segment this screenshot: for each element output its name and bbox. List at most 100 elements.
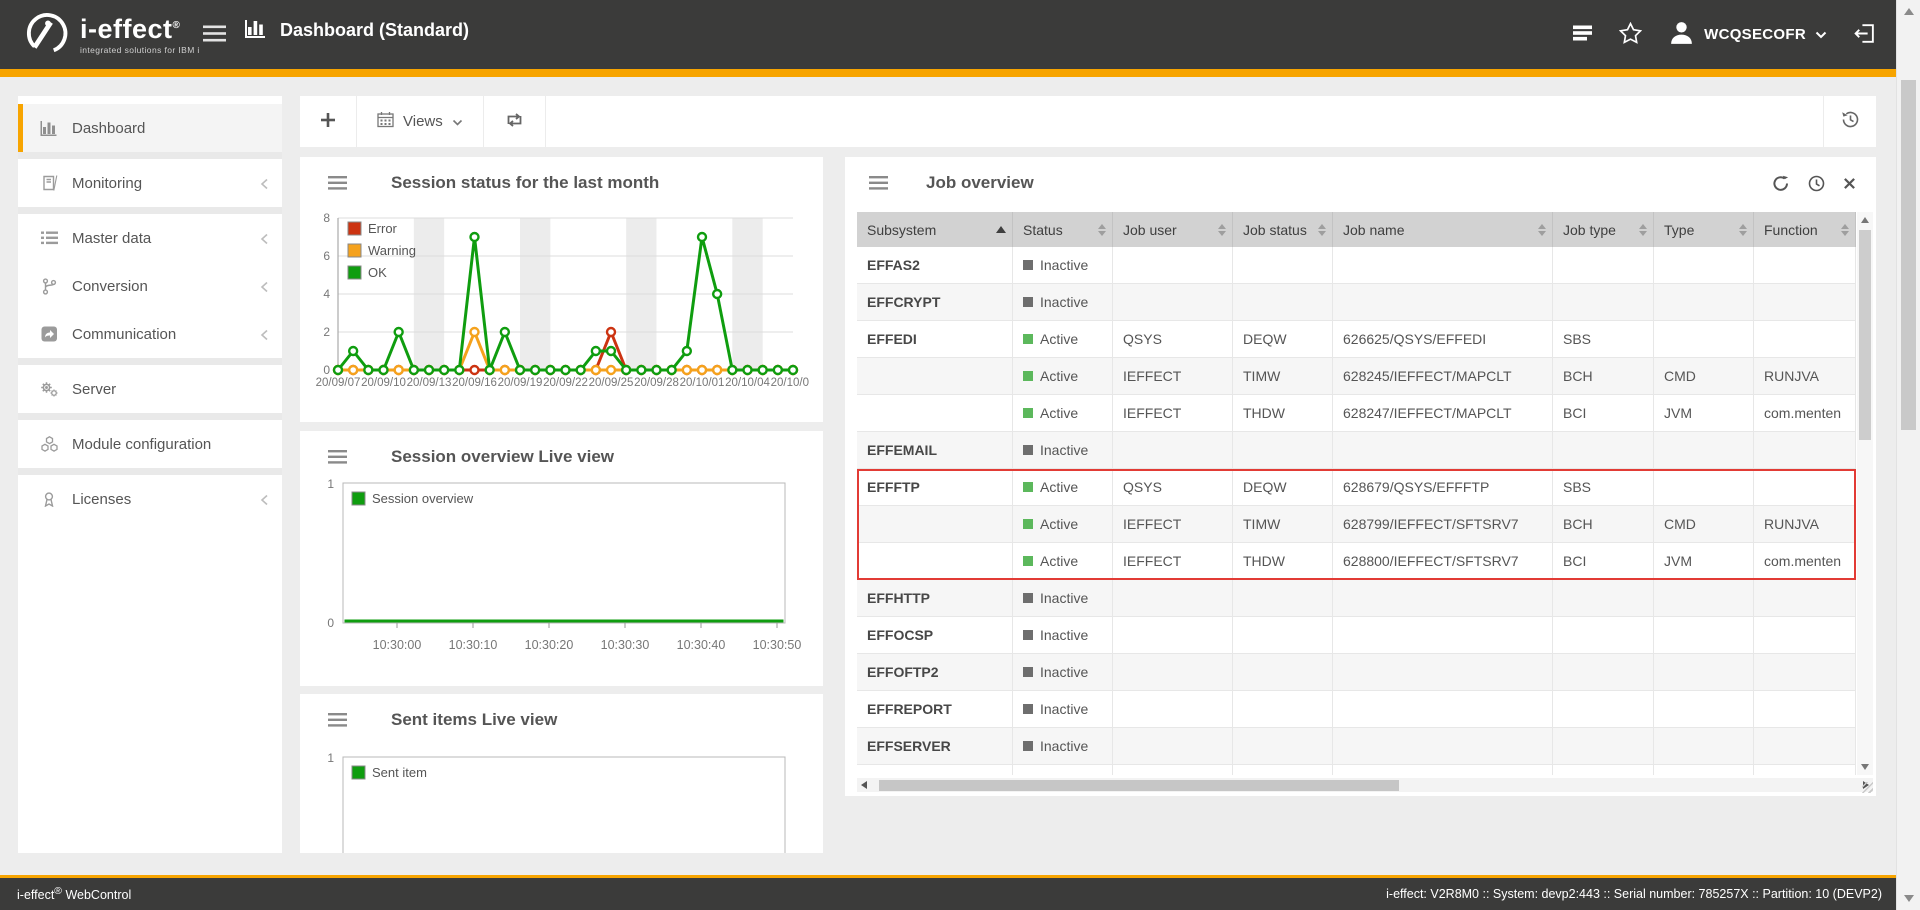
table-row-effserver[interactable]: EFFSERVER Inactive bbox=[857, 728, 1856, 765]
monitoring-icon bbox=[39, 175, 59, 191]
cell: THDW bbox=[1233, 543, 1333, 579]
cell: RUNJVA bbox=[1754, 506, 1856, 542]
status-cell: Active bbox=[1013, 506, 1113, 542]
column-header-job-status[interactable]: Job status bbox=[1233, 212, 1333, 247]
column-header-function[interactable]: Function bbox=[1754, 212, 1856, 247]
table-row-effhttp[interactable]: EFFHTTP Inactive bbox=[857, 580, 1856, 617]
chevron-left-icon bbox=[260, 493, 269, 510]
column-header-job-name[interactable]: Job name bbox=[1333, 212, 1553, 247]
sidebar-item-communication[interactable]: Communication bbox=[18, 310, 282, 358]
sidebar-item-licenses[interactable]: Licenses bbox=[18, 475, 282, 523]
page-scrollbar[interactable] bbox=[1896, 0, 1920, 910]
sidebar-item-master-data[interactable]: Master data bbox=[18, 214, 282, 262]
cell bbox=[857, 543, 1013, 579]
table-row-effcrypt[interactable]: EFFCRYPT Inactive bbox=[857, 284, 1856, 321]
cell: DEQW bbox=[1233, 765, 1333, 775]
sidebar-item-monitoring[interactable]: Monitoring bbox=[18, 159, 282, 207]
cell: EFFEDI bbox=[857, 321, 1013, 357]
close-button[interactable] bbox=[1843, 177, 1856, 190]
clock-icon bbox=[1808, 175, 1825, 195]
favorites-button[interactable] bbox=[1618, 21, 1643, 47]
sort-icon bbox=[1739, 223, 1747, 236]
table-horizontal-scrollbar[interactable] bbox=[857, 778, 1873, 792]
refresh-layout-button[interactable] bbox=[484, 96, 546, 147]
cell: 628800/IEFFECT/SFTSRV7 bbox=[1333, 543, 1553, 579]
cell bbox=[1233, 654, 1333, 690]
scroll-up-arrow[interactable] bbox=[1904, 8, 1914, 15]
sort-icon bbox=[1639, 223, 1647, 236]
scrollbar-thumb[interactable] bbox=[879, 779, 1399, 791]
scrollbar-thumb[interactable] bbox=[1859, 230, 1871, 440]
svg-text:10:30:10: 10:30:10 bbox=[449, 638, 498, 652]
scroll-up-arrow[interactable] bbox=[1861, 217, 1869, 223]
session-list-button[interactable] bbox=[1572, 24, 1593, 45]
sidebar-item-server[interactable]: Server bbox=[18, 365, 282, 413]
dashboard-icon bbox=[39, 120, 59, 136]
table-row-job-4[interactable]: Active IEFFECT THDW 628247/IEFFECT/MAPCLT BC… bbox=[857, 395, 1856, 432]
status-inactive-icon bbox=[1023, 260, 1033, 270]
panel-drag-handle[interactable] bbox=[869, 176, 888, 190]
history-button[interactable] bbox=[1823, 96, 1876, 147]
server-icon bbox=[39, 381, 59, 398]
logout-button[interactable] bbox=[1853, 22, 1876, 48]
accent-bar bbox=[0, 69, 1920, 77]
table-row-effemail[interactable]: EFFEMAIL Inactive bbox=[857, 432, 1856, 469]
refresh-button[interactable] bbox=[1772, 175, 1790, 192]
menu-toggle-button[interactable] bbox=[203, 25, 226, 45]
panel-title: Session status for the last month bbox=[391, 173, 660, 192]
scroll-down-arrow[interactable] bbox=[1904, 895, 1914, 902]
cell bbox=[1553, 691, 1654, 727]
panel-resize-handle[interactable] bbox=[1862, 782, 1873, 793]
panel-job-overview: Job overview Subsystem Status Job user Job … bbox=[845, 157, 1876, 796]
sidebar-item-dashboard[interactable]: Dashboard bbox=[18, 104, 282, 152]
panel-drag-handle[interactable] bbox=[328, 713, 347, 727]
views-dropdown[interactable]: Views bbox=[357, 96, 484, 147]
scrollbar-thumb[interactable] bbox=[1901, 80, 1916, 430]
table-row-job-7[interactable]: Active IEFFECT TIMW 628799/IEFFECT/SFTSRV7 B… bbox=[857, 506, 1856, 543]
status-active-icon bbox=[1023, 371, 1033, 381]
column-label: Type bbox=[1664, 221, 1695, 238]
table-row-effedi[interactable]: EFFEDI Active QSYS DEQW 626625/QSYS/EFFEDI SB… bbox=[857, 321, 1856, 358]
table-row-effocsp[interactable]: EFFOCSP Inactive bbox=[857, 617, 1856, 654]
table-row-effoftp2[interactable]: EFFOFTP2 Inactive bbox=[857, 654, 1856, 691]
table-row-job-3[interactable]: Active IEFFECT TIMW 628245/IEFFECT/MAPCLT BC… bbox=[857, 358, 1856, 395]
app-logo[interactable]: i-effect® integrated solutions for IBM i bbox=[22, 10, 200, 61]
sidebar-item-conversion[interactable]: Conversion bbox=[18, 262, 282, 310]
sidebar-item-module-configuration[interactable]: Module configuration bbox=[18, 420, 282, 468]
scroll-left-arrow[interactable] bbox=[861, 781, 867, 789]
cell bbox=[1654, 432, 1754, 468]
svg-text:OK: OK bbox=[368, 265, 387, 280]
sidebar-divider bbox=[18, 358, 282, 365]
status-label: Active bbox=[1040, 405, 1079, 421]
page-title: Dashboard (Standard) bbox=[245, 18, 469, 43]
cell: CMD bbox=[1654, 358, 1754, 394]
status-cell: Inactive bbox=[1013, 284, 1113, 320]
column-header-job-user[interactable]: Job user bbox=[1113, 212, 1233, 247]
add-widget-button[interactable] bbox=[300, 96, 357, 147]
scroll-down-arrow[interactable] bbox=[1861, 764, 1869, 770]
svg-text:20/09/22: 20/09/22 bbox=[543, 377, 588, 389]
sidebar-item-label: Server bbox=[72, 380, 117, 398]
cell bbox=[1233, 691, 1333, 727]
table-row-effas2[interactable]: EFFAS2 Inactive bbox=[857, 247, 1856, 284]
column-header-type[interactable]: Type bbox=[1654, 212, 1754, 247]
cell bbox=[1654, 617, 1754, 653]
panel-drag-handle[interactable] bbox=[328, 450, 347, 464]
column-header-job-type[interactable]: Job type bbox=[1553, 212, 1654, 247]
panel-drag-handle[interactable] bbox=[328, 176, 347, 190]
cell bbox=[857, 506, 1013, 542]
user-menu[interactable]: WCQSECOFR bbox=[1668, 19, 1827, 51]
panel-session-overview: Session overview Live view 1 0 10:30:00 10:… bbox=[300, 431, 823, 686]
sidebar-divider bbox=[18, 413, 282, 420]
column-header-subsystem[interactable]: Subsystem bbox=[857, 212, 1013, 247]
table-row-job-8[interactable]: Active IEFFECT THDW 628800/IEFFECT/SFTSRV7 B… bbox=[857, 543, 1856, 580]
table-vertical-scrollbar[interactable] bbox=[1857, 212, 1873, 775]
table-row-effftp[interactable]: EFFFTP Active QSYS DEQW 628679/QSYS/EFFFTP SB… bbox=[857, 469, 1856, 506]
table-row-effreport[interactable]: EFFREPORT Inactive bbox=[857, 691, 1856, 728]
table-row-effservice[interactable]: EFFSERVICEActiveQSYSDEQW626906/QSYS/EFFS… bbox=[857, 765, 1856, 775]
status-label: Inactive bbox=[1040, 442, 1089, 458]
cell: IEFFECT bbox=[1113, 543, 1233, 579]
interval-button[interactable] bbox=[1808, 175, 1825, 192]
status-cell: Inactive bbox=[1013, 728, 1113, 764]
column-header-status[interactable]: Status bbox=[1013, 212, 1113, 247]
